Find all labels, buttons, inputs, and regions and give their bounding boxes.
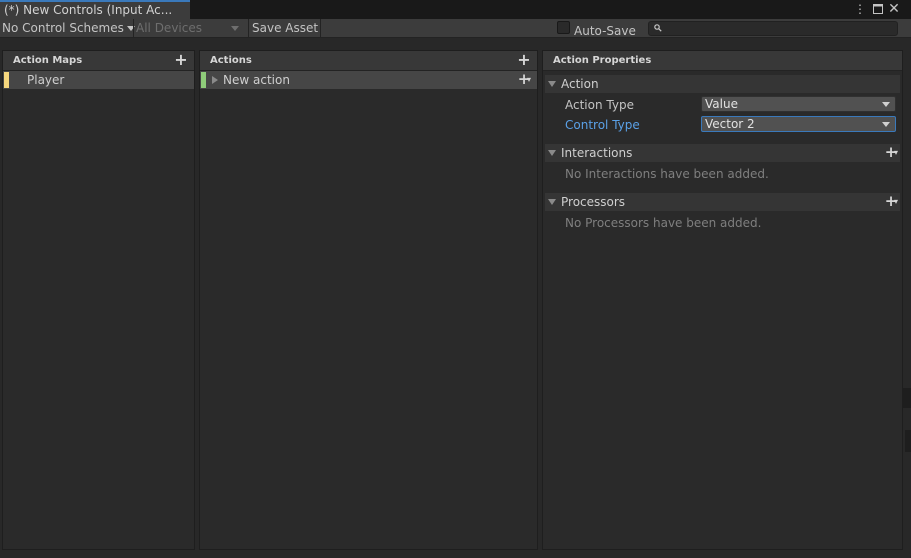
control-type-label: Control Type [565, 118, 640, 132]
toolbar: No Control Schemes All Devices Save Asse… [0, 19, 911, 38]
control-type-dropdown[interactable]: Vector 2 [701, 116, 896, 132]
search-input[interactable] [648, 21, 898, 36]
action-map-color-marker [4, 72, 9, 88]
processors-empty-text: No Processors have been added. [565, 216, 762, 230]
action-type-label: Action Type [565, 98, 634, 112]
add-action-map-button[interactable]: + [174, 51, 188, 69]
interactions-section-label: Interactions [561, 146, 633, 160]
add-binding-button[interactable]: + ▾ [517, 71, 531, 89]
add-action-button[interactable]: + [517, 51, 531, 69]
close-icon[interactable]: ✕ [887, 1, 901, 17]
actions-pane: Actions + New action + ▾ [199, 50, 538, 550]
kebab-menu-icon[interactable]: ⋮ [853, 1, 867, 17]
chevron-down-icon [882, 122, 890, 127]
control-schemes-label: No Control Schemes [2, 21, 124, 35]
edge-scrollbar[interactable] [905, 430, 911, 452]
action-label: New action [223, 73, 290, 87]
add-interaction-button[interactable]: + ▾ [884, 144, 898, 162]
actions-title: Actions [210, 55, 252, 66]
action-type-value: Value [705, 97, 738, 111]
window-tab-bar: (*) New Controls (Input Ac... ⋮ ✕ [0, 0, 911, 19]
action-color-marker [201, 72, 206, 88]
control-type-value: Vector 2 [705, 117, 755, 131]
action-map-label: Player [27, 73, 65, 87]
toolbar-divider [133, 19, 134, 38]
auto-save-checkbox[interactable] [557, 21, 570, 34]
action-properties-title: Action Properties [553, 55, 652, 66]
save-asset-label: Save Asset [252, 21, 319, 35]
action-section-header[interactable]: Action [545, 75, 900, 93]
control-schemes-dropdown[interactable]: No Control Schemes [2, 19, 135, 38]
chevron-down-icon [231, 26, 239, 31]
devices-dropdown[interactable]: All Devices [136, 19, 246, 38]
search-icon [654, 24, 662, 32]
action-properties-pane: Action Properties Action Action Type Val… [542, 50, 903, 550]
action-maps-pane: Action Maps + Player [2, 50, 195, 550]
window-tab[interactable]: (*) New Controls (Input Ac... [0, 0, 190, 19]
interactions-empty-text: No Interactions have been added. [565, 167, 769, 181]
save-asset-button[interactable]: Save Asset [252, 19, 318, 38]
action-properties-header: Action Properties [543, 51, 902, 71]
chevron-down-icon [882, 102, 890, 107]
add-processor-button[interactable]: + ▾ [884, 193, 898, 211]
triangle-down-icon [548, 81, 556, 87]
action-maps-title: Action Maps [13, 55, 83, 66]
devices-label: All Devices [136, 21, 202, 35]
action-section-label: Action [561, 77, 599, 91]
edge-scrollbar[interactable] [903, 388, 911, 408]
maximize-icon[interactable] [871, 1, 885, 17]
actions-header: Actions + [200, 51, 537, 71]
action-item-new-action[interactable]: New action + ▾ [200, 71, 537, 89]
toolbar-divider [320, 19, 321, 38]
processors-section-label: Processors [561, 195, 626, 209]
processors-section-header[interactable]: Processors + ▾ [545, 193, 900, 211]
action-maps-header: Action Maps + [3, 51, 194, 71]
action-map-item-player[interactable]: Player [3, 71, 194, 89]
triangle-down-icon [548, 150, 556, 156]
triangle-right-icon[interactable] [212, 76, 218, 84]
window-tab-title: (*) New Controls (Input Ac... [4, 3, 173, 17]
interactions-section-header[interactable]: Interactions + ▾ [545, 144, 900, 162]
auto-save-label: Auto-Save [574, 24, 636, 38]
action-type-dropdown[interactable]: Value [701, 96, 896, 112]
toolbar-divider [248, 19, 249, 38]
triangle-down-icon [548, 199, 556, 205]
